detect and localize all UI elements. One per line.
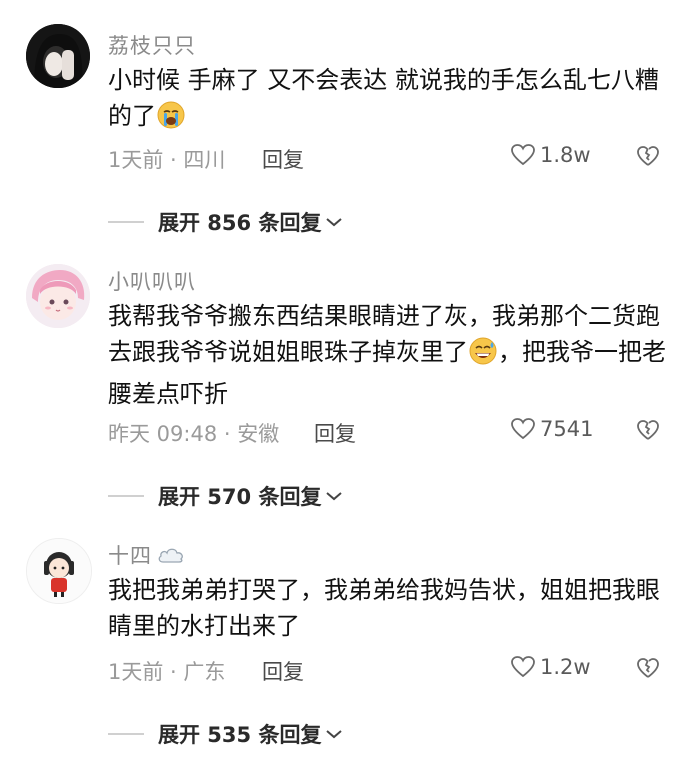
chevron-down-icon	[326, 730, 343, 739]
expand-replies-button[interactable]: 展开 535 条回复	[108, 719, 343, 749]
cloud-icon	[158, 548, 183, 563]
reply-button[interactable]: 回复	[314, 418, 356, 448]
expand-replies-label: 展开 535 条回复	[158, 723, 322, 747]
like-button[interactable]: 1.8w	[510, 143, 591, 167]
chevron-down-icon	[326, 218, 343, 227]
time-location: 1天前 · 四川	[108, 148, 226, 172]
comment-text: 小时候 手麻了 又不会表达 就说我的手怎么乱七八糟的了	[108, 62, 668, 140]
crying-face-icon	[156, 100, 186, 140]
username[interactable]: 十四	[108, 540, 186, 570]
comment-text: 我帮我爷爷搬东西结果眼睛进了灰，我弟那个二货跑去跟我爷爷说姐姐眼珠子掉灰里了 ，…	[108, 298, 668, 412]
heart-icon	[511, 418, 535, 440]
reply-button[interactable]: 回复	[262, 656, 304, 686]
like-button[interactable]: 7541	[510, 417, 593, 441]
like-button[interactable]: 1.2w	[510, 655, 591, 679]
expand-replies-button[interactable]: 展开 856 条回复	[108, 207, 343, 237]
avatar[interactable]	[26, 264, 90, 328]
divider	[108, 733, 144, 735]
divider	[108, 495, 144, 497]
username[interactable]: 荔枝只只	[108, 30, 196, 60]
broken-heart-icon	[637, 146, 659, 166]
time-location: 昨天 09:48 · 安徽	[108, 422, 280, 446]
divider	[108, 221, 144, 223]
dislike-button[interactable]	[636, 144, 660, 168]
dislike-button[interactable]	[636, 656, 660, 680]
broken-heart-icon	[637, 420, 659, 440]
comment-text: 我把我弟弟打哭了，我弟弟给我妈告状，姐姐把我眼睛里的水打出来了	[108, 576, 660, 640]
expand-replies-button[interactable]: 展开 570 条回复	[108, 481, 343, 511]
avatar[interactable]	[26, 538, 92, 604]
dislike-button[interactable]	[636, 418, 660, 442]
like-count: 7541	[540, 417, 594, 441]
chevron-down-icon	[326, 492, 343, 501]
broken-heart-icon	[637, 658, 659, 678]
expand-replies-label: 展开 856 条回复	[158, 211, 322, 235]
username[interactable]: 小叭叭叭	[108, 266, 196, 296]
avatar[interactable]	[26, 24, 90, 88]
reply-button[interactable]: 回复	[262, 144, 304, 174]
expand-replies-label: 展开 570 条回复	[158, 485, 322, 509]
like-count: 1.2w	[540, 655, 591, 679]
comment-text-body: 小时候 手麻了 又不会表达 就说我的手怎么乱七八糟的了	[108, 66, 659, 130]
heart-icon	[511, 656, 535, 678]
heart-icon	[511, 144, 535, 166]
grinning-sweat-face-icon	[468, 336, 498, 376]
time-location: 1天前 · 广东	[108, 660, 226, 684]
like-count: 1.8w	[540, 143, 591, 167]
username-text: 十四	[108, 544, 152, 568]
